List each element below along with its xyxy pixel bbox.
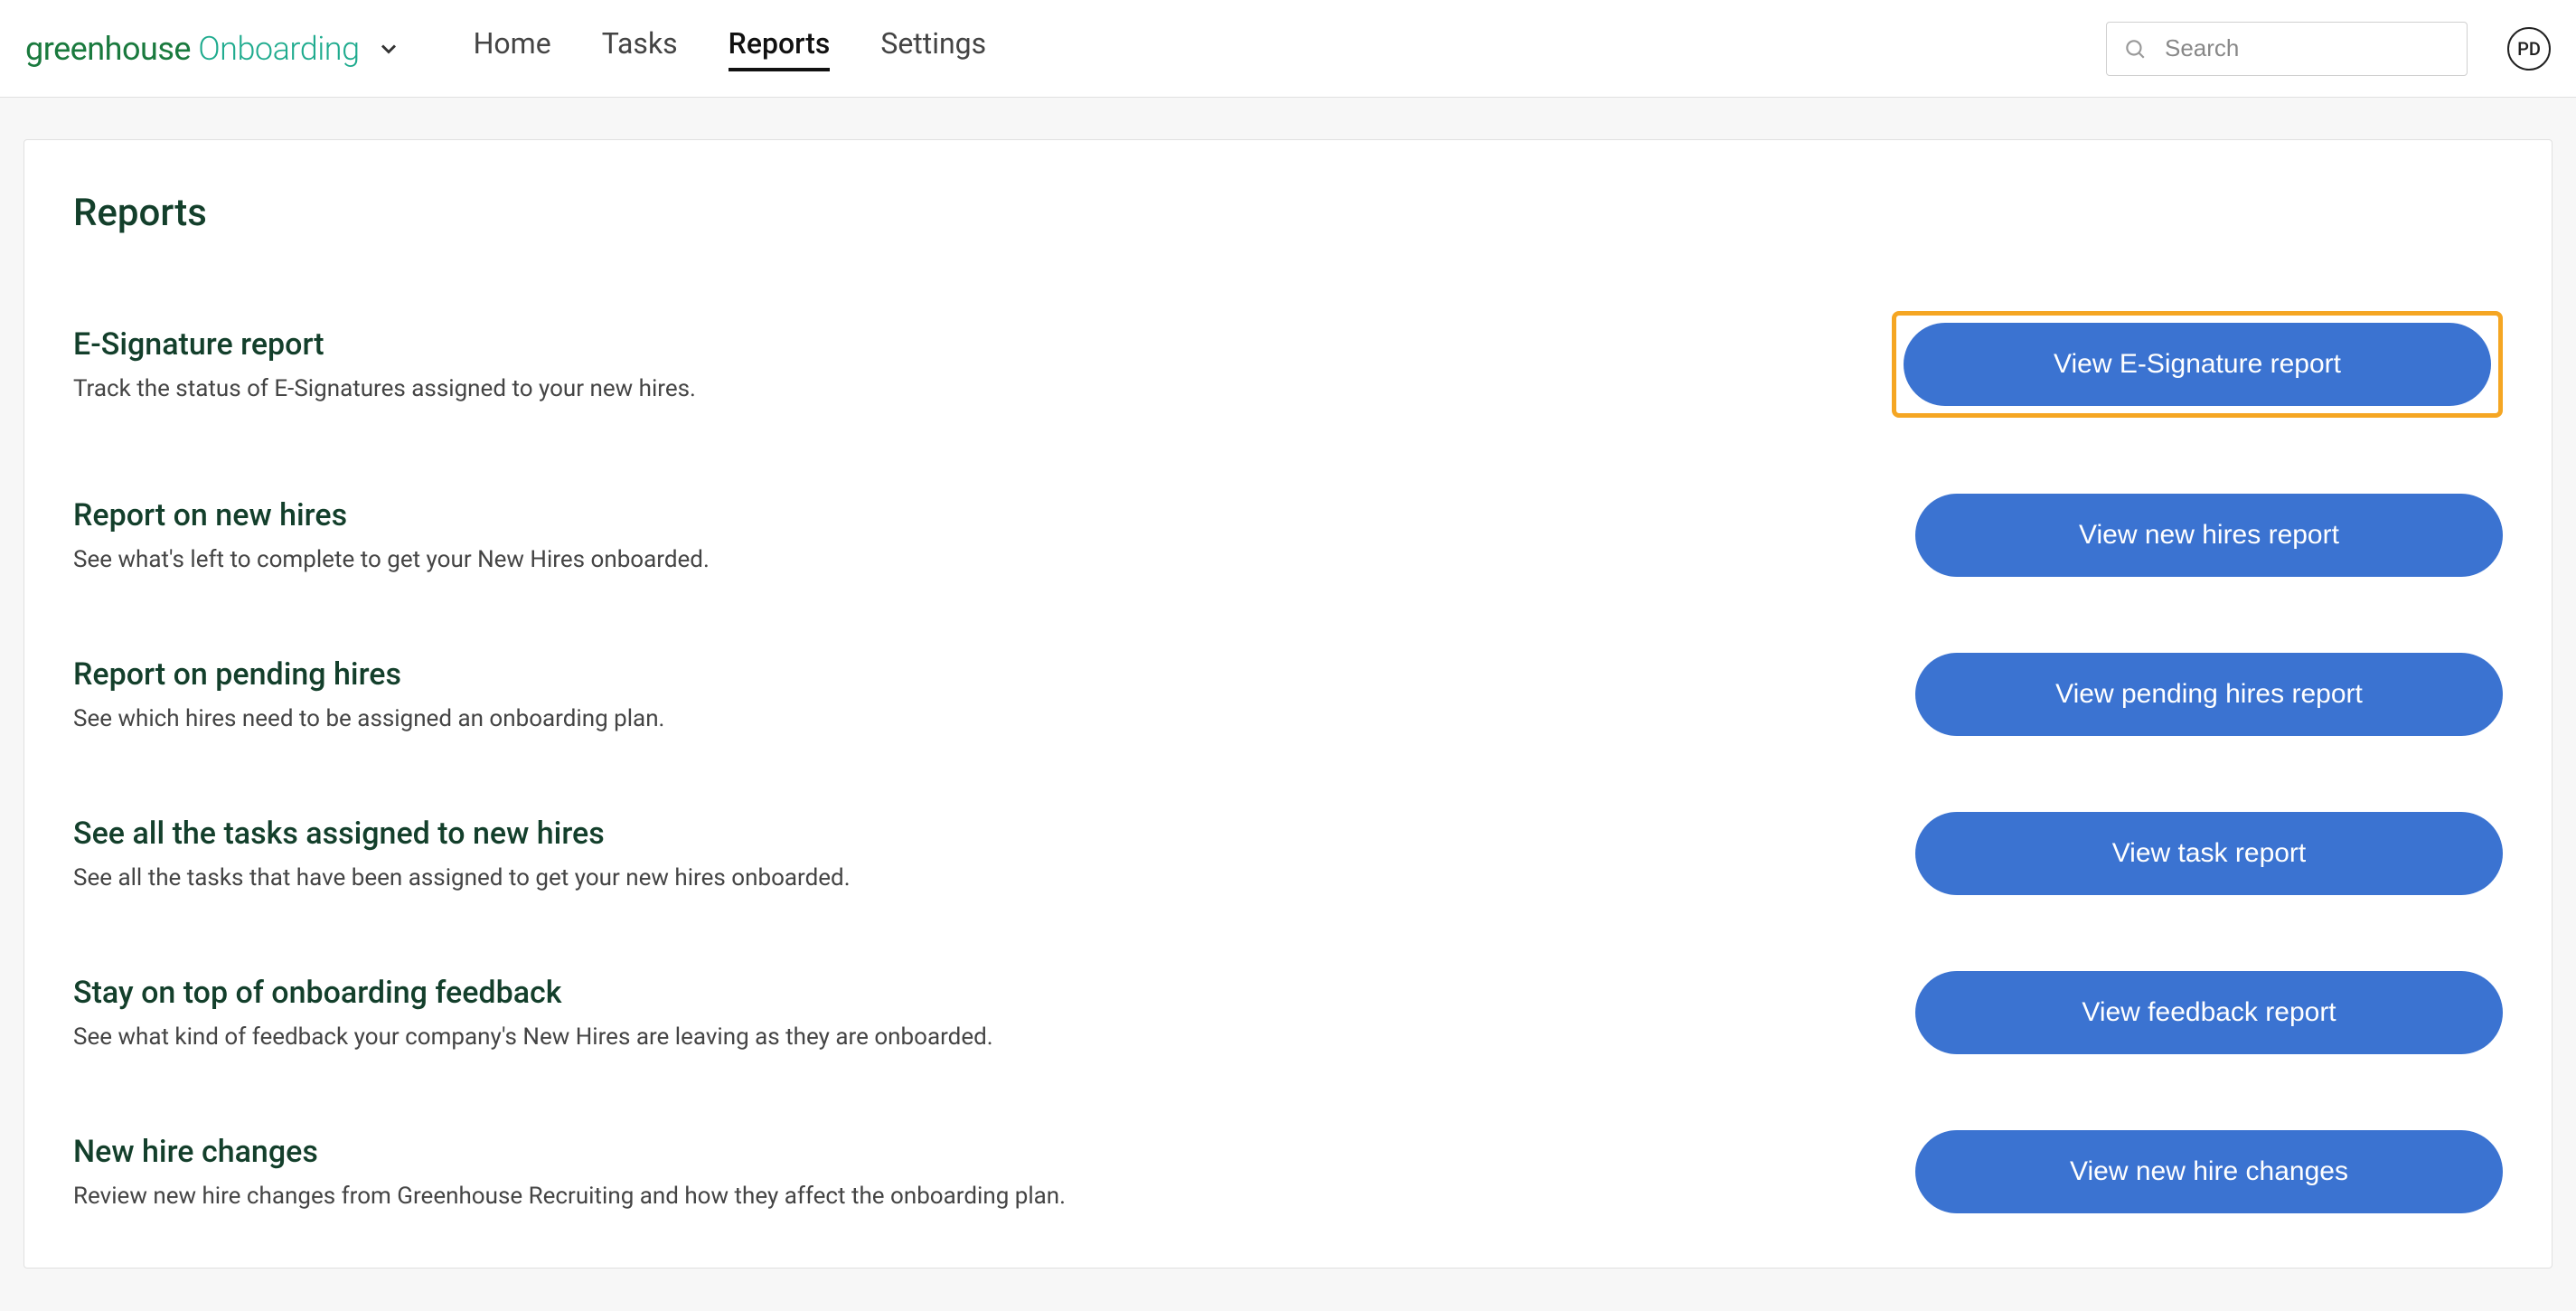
- highlight-box: View E-Signature report: [1892, 311, 2503, 418]
- topbar-right: PD: [2106, 22, 2551, 76]
- report-title: Report on pending hires: [73, 656, 1915, 693]
- report-description: See which hires need to be assigned an o…: [73, 705, 1915, 732]
- view-report-button-tasks[interactable]: View task report: [1915, 812, 2503, 895]
- reports-panel: Reports E-Signature report Track the stat…: [24, 139, 2552, 1269]
- report-button-wrap: View pending hires report: [1915, 653, 2503, 736]
- report-description: See all the tasks that have been assigne…: [73, 864, 1915, 891]
- report-button-wrap: View new hires report: [1915, 494, 2503, 577]
- view-report-button-feedback[interactable]: View feedback report: [1915, 971, 2503, 1054]
- search-input[interactable]: [2165, 34, 2450, 62]
- report-description: Track the status of E-Signatures assigne…: [73, 375, 1892, 402]
- page-title: Reports: [73, 191, 2503, 235]
- report-row-tasks: See all the tasks assigned to new hires S…: [73, 812, 2503, 895]
- chevron-down-icon: [376, 36, 401, 61]
- main-nav: Home Tasks Reports Settings: [474, 26, 987, 71]
- nav-item-tasks[interactable]: Tasks: [602, 26, 678, 71]
- view-report-button-esignature[interactable]: View E-Signature report: [1904, 323, 2491, 406]
- nav-item-reports[interactable]: Reports: [729, 26, 831, 71]
- report-row-feedback: Stay on top of onboarding feedback See wh…: [73, 971, 2503, 1054]
- report-title: Stay on top of onboarding feedback: [73, 975, 1915, 1011]
- search-icon: [2123, 37, 2147, 61]
- report-info: See all the tasks assigned to new hires S…: [73, 816, 1915, 891]
- report-row-pending-hires: Report on pending hires See which hires n…: [73, 653, 2503, 736]
- report-button-wrap: View E-Signature report: [1892, 311, 2503, 418]
- logo-word-1: greenhouse: [25, 30, 191, 68]
- search-box[interactable]: [2106, 22, 2468, 76]
- report-info: Stay on top of onboarding feedback See wh…: [73, 975, 1915, 1051]
- product-switcher[interactable]: greenhouse Onboarding: [25, 30, 401, 68]
- report-title: E-Signature report: [73, 326, 1892, 363]
- view-report-button-new-hires[interactable]: View new hires report: [1915, 494, 2503, 577]
- logo: greenhouse Onboarding: [25, 30, 360, 68]
- report-info: Report on pending hires See which hires n…: [73, 656, 1915, 732]
- report-description: See what kind of feedback your company's…: [73, 1023, 1915, 1051]
- report-button-wrap: View feedback report: [1915, 971, 2503, 1054]
- report-title: New hire changes: [73, 1134, 1915, 1170]
- report-info: New hire changes Review new hire changes …: [73, 1134, 1915, 1210]
- report-row-esignature: E-Signature report Track the status of E-…: [73, 311, 2503, 418]
- avatar-initials: PD: [2517, 38, 2541, 60]
- nav-item-settings[interactable]: Settings: [880, 26, 986, 71]
- logo-word-2: Onboarding: [191, 30, 360, 68]
- report-row-new-hires: Report on new hires See what's left to co…: [73, 494, 2503, 577]
- view-report-button-pending-hires[interactable]: View pending hires report: [1915, 653, 2503, 736]
- report-title: Report on new hires: [73, 497, 1915, 533]
- report-description: Review new hire changes from Greenhouse …: [73, 1183, 1915, 1210]
- report-button-wrap: View task report: [1915, 812, 2503, 895]
- avatar[interactable]: PD: [2507, 27, 2551, 71]
- topbar: greenhouse Onboarding Home Tasks Reports Se…: [0, 0, 2576, 98]
- view-report-button-changes[interactable]: View new hire changes: [1915, 1130, 2503, 1213]
- report-row-changes: New hire changes Review new hire changes …: [73, 1130, 2503, 1213]
- report-info: E-Signature report Track the status of E-…: [73, 326, 1892, 402]
- page-body: Reports E-Signature report Track the stat…: [0, 98, 2576, 1311]
- report-title: See all the tasks assigned to new hires: [73, 816, 1915, 852]
- nav-item-home[interactable]: Home: [474, 26, 551, 71]
- report-description: See what's left to complete to get your …: [73, 546, 1915, 573]
- report-button-wrap: View new hire changes: [1915, 1130, 2503, 1213]
- report-info: Report on new hires See what's left to co…: [73, 497, 1915, 573]
